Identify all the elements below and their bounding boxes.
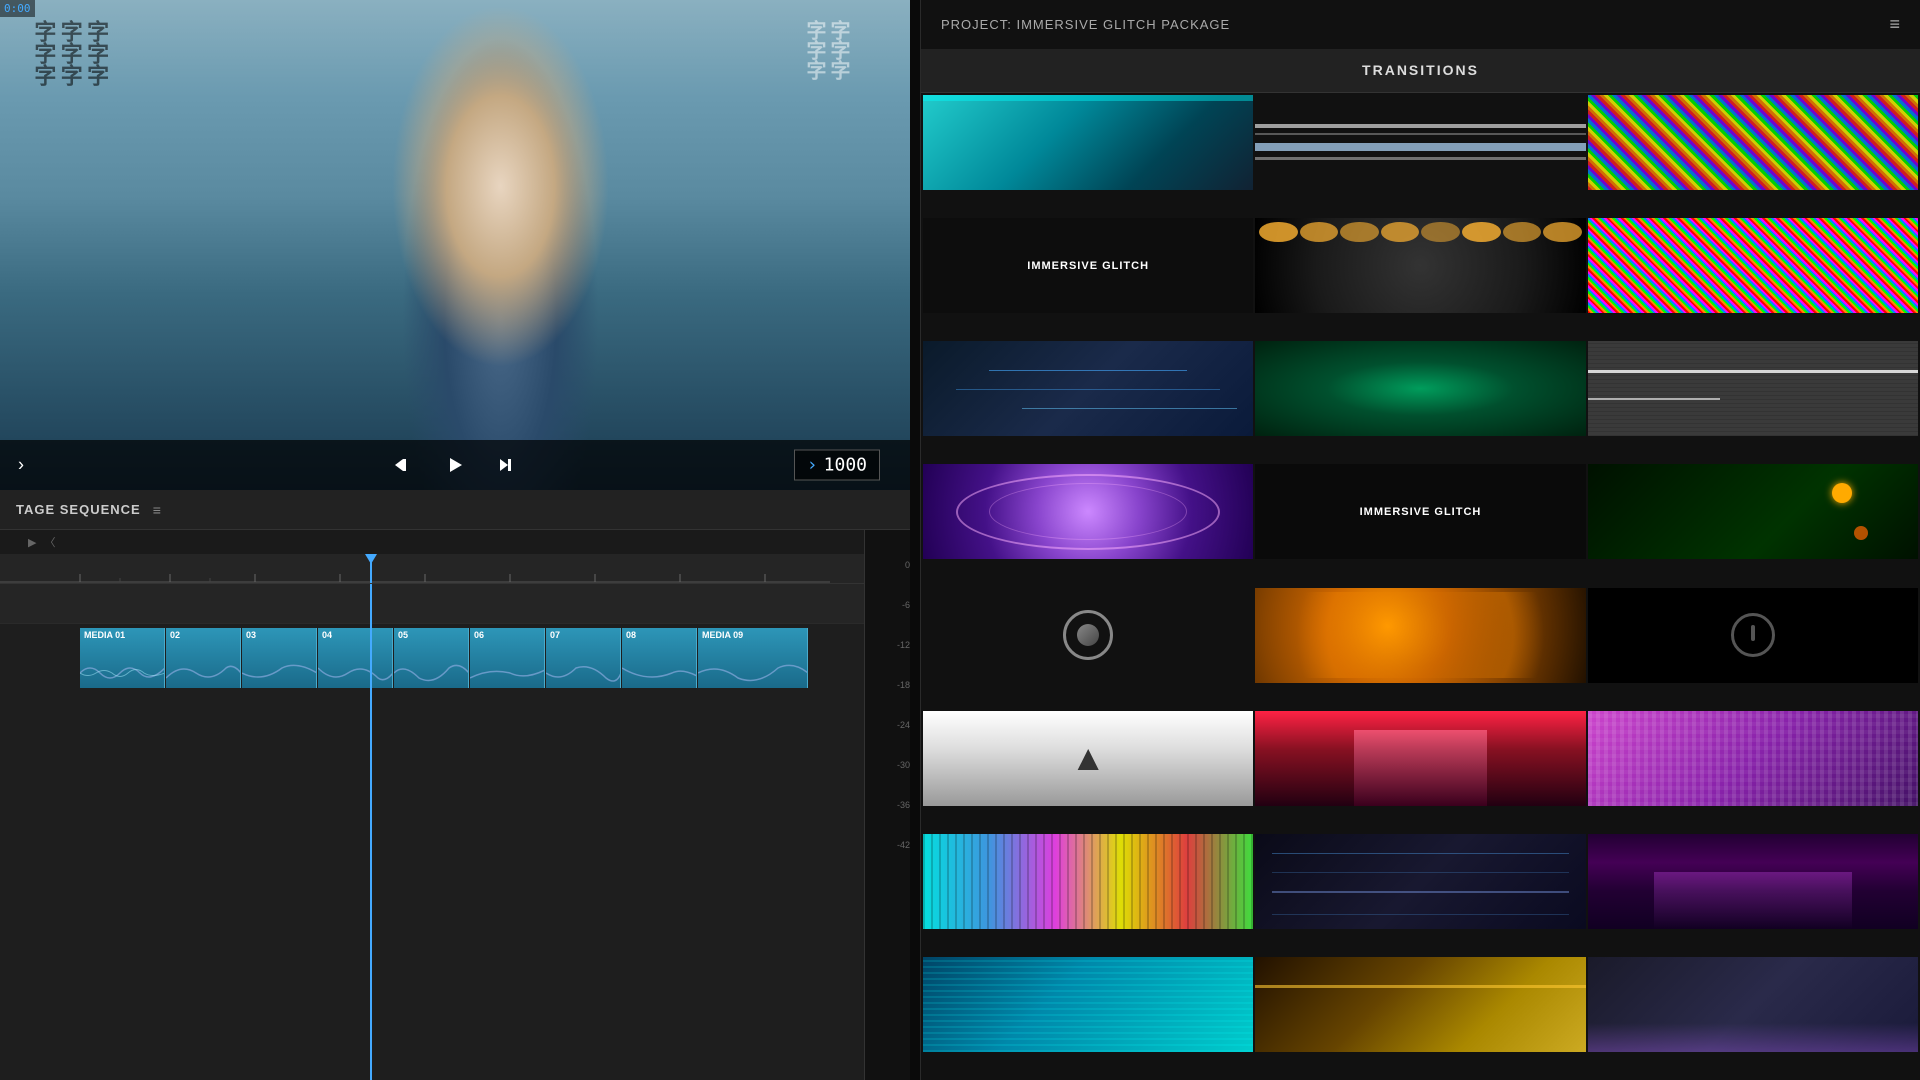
meter-42: -42 bbox=[897, 840, 910, 850]
kanji-text-right: 字字字字字字 bbox=[802, 20, 850, 80]
project-menu-icon[interactable]: ≡ bbox=[1889, 14, 1900, 35]
transition-item-1[interactable] bbox=[923, 95, 1253, 190]
tool-icon-razor[interactable]: 〈 bbox=[44, 534, 55, 550]
video-controls-bar: › › 1000 bbox=[0, 440, 910, 490]
transition-item-24[interactable] bbox=[1588, 957, 1918, 1052]
meter-30: -30 bbox=[897, 760, 910, 770]
meter-6: -6 bbox=[902, 600, 910, 610]
transition-item-12[interactable] bbox=[1588, 464, 1918, 559]
video-background: 字字字字字字字字字 字字字字字字 bbox=[0, 0, 910, 490]
transition-item-16[interactable]: ▲ bbox=[923, 711, 1253, 806]
tool-row: 0:00 ▶ 〈 bbox=[0, 530, 864, 554]
transition-item-22[interactable] bbox=[923, 957, 1253, 1052]
clip-08[interactable]: 08 bbox=[622, 628, 697, 688]
right-panel: PROJECT: IMMERSIVE GLITCH PACKAGE ≡ TRAN… bbox=[920, 0, 1920, 1080]
transition-item-19[interactable] bbox=[923, 834, 1253, 929]
sequence-area: TAGE SEQUENCE ≡ 0:00 ▶ 〈 bbox=[0, 490, 910, 1080]
transition-item-4[interactable]: IMMERSIVE GLITCH bbox=[923, 218, 1253, 313]
transition-item-23[interactable] bbox=[1255, 957, 1585, 1052]
meter-36: -36 bbox=[897, 800, 910, 810]
transitions-panel: TRANSITIONS IMMERSIVE GLITC bbox=[921, 50, 1920, 1080]
transition-item-9[interactable] bbox=[1588, 341, 1918, 436]
tool-icon-pointer[interactable]: ▶ bbox=[28, 536, 36, 549]
transition-item-8[interactable] bbox=[1255, 341, 1585, 436]
video-track bbox=[0, 584, 864, 624]
video-preview: 字字字字字字字字字 字字字字字字 › bbox=[0, 0, 910, 490]
transition-item-18[interactable] bbox=[1588, 711, 1918, 806]
left-panel: 字字字字字字字字字 字字字字字字 › bbox=[0, 0, 910, 1080]
timeline-main: 0:00 ▶ 〈 bbox=[0, 530, 864, 1080]
middle-separator bbox=[910, 0, 920, 1080]
sequence-title: TAGE SEQUENCE bbox=[16, 502, 141, 517]
clip-media-01[interactable]: MEDIA 01 bbox=[80, 628, 165, 688]
audio-track: MEDIA 01 02 bbox=[0, 624, 864, 1080]
transition-item-13[interactable] bbox=[923, 588, 1253, 683]
rewind-button[interactable] bbox=[387, 449, 419, 481]
transition-item-10[interactable] bbox=[923, 464, 1253, 559]
clip-06[interactable]: 06 bbox=[470, 628, 545, 688]
transition-item-14[interactable] bbox=[1255, 588, 1585, 683]
timeline-tracks: MEDIA 01 02 bbox=[0, 584, 864, 1080]
timecode-arrow: › bbox=[807, 455, 818, 476]
clip-media-09[interactable]: MEDIA 09 bbox=[698, 628, 808, 688]
expand-button[interactable]: › bbox=[18, 455, 24, 476]
clip-02[interactable]: 02 bbox=[166, 628, 241, 688]
clip-04[interactable]: 04 bbox=[318, 628, 393, 688]
video-figure bbox=[0, 0, 910, 490]
meter-12: -12 bbox=[897, 640, 910, 650]
sequence-header: TAGE SEQUENCE ≡ bbox=[0, 490, 910, 530]
transitions-grid: IMMERSIVE GLITCH bbox=[921, 93, 1920, 1080]
play-button[interactable] bbox=[439, 449, 471, 481]
project-title: PROJECT: IMMERSIVE GLITCH PACKAGE bbox=[941, 17, 1230, 32]
transition-item-7[interactable] bbox=[923, 341, 1253, 436]
timecode-value: 1000 bbox=[824, 455, 867, 476]
kanji-text-left: 字字字字字字字字字 bbox=[30, 20, 109, 86]
timeline-content-row: 0:00 ▶ 〈 bbox=[0, 530, 910, 1080]
transition-item-20[interactable] bbox=[1255, 834, 1585, 929]
transitions-title: TRANSITIONS bbox=[1362, 62, 1479, 78]
transition-item-17[interactable] bbox=[1255, 711, 1585, 806]
transition-item-3[interactable] bbox=[1588, 95, 1918, 190]
meter-24: -24 bbox=[897, 720, 910, 730]
transition-item-11[interactable]: IMMERSIVE GLITCH bbox=[1255, 464, 1585, 559]
clip-03[interactable]: 03 bbox=[242, 628, 317, 688]
transition-item-2[interactable] bbox=[1255, 95, 1585, 190]
volume-meter-panel: 0 -6 -12 -18 -24 -30 -36 -42 bbox=[864, 530, 910, 1080]
timeline-ruler bbox=[0, 554, 864, 584]
project-header: PROJECT: IMMERSIVE GLITCH PACKAGE ≡ bbox=[921, 0, 1920, 50]
transition-item-6[interactable] bbox=[1588, 218, 1918, 313]
meter-18: -18 bbox=[897, 680, 910, 690]
transitions-header: TRANSITIONS bbox=[921, 50, 1920, 93]
transition-label-11: IMMERSIVE GLITCH bbox=[1360, 506, 1482, 518]
transition-item-5[interactable] bbox=[1255, 218, 1585, 313]
timecode-display: › 1000 bbox=[794, 450, 880, 481]
sequence-menu-icon[interactable]: ≡ bbox=[153, 502, 161, 518]
clip-05[interactable]: 05 bbox=[394, 628, 469, 688]
clip-07[interactable]: 07 bbox=[546, 628, 621, 688]
step-forward-button[interactable] bbox=[491, 449, 523, 481]
transition-label-4: IMMERSIVE GLITCH bbox=[1027, 260, 1149, 272]
transition-item-15[interactable] bbox=[1588, 588, 1918, 683]
transition-item-21[interactable] bbox=[1588, 834, 1918, 929]
